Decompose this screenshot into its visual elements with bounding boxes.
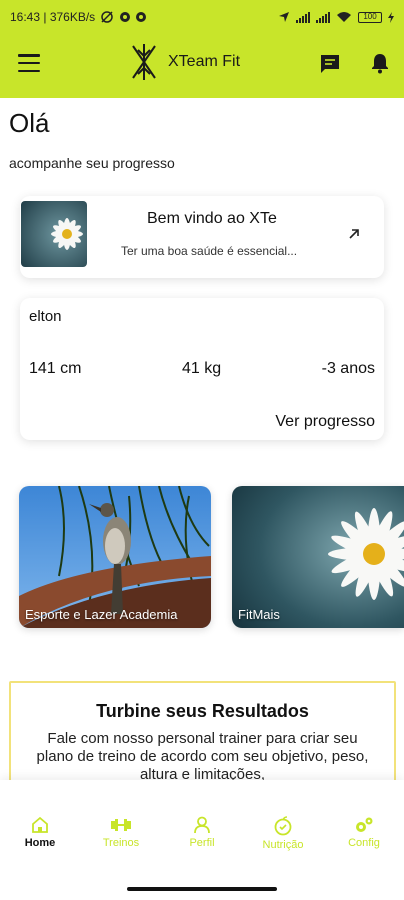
- nav-label: Nutrição: [262, 839, 304, 851]
- gesture-bar[interactable]: [127, 887, 277, 891]
- apple-icon: [274, 816, 292, 836]
- nav-label: Treinos: [102, 837, 140, 849]
- nav-label: Perfil: [189, 837, 215, 849]
- view-progress-link[interactable]: Ver progresso: [275, 413, 375, 431]
- signal-icon-2: [316, 11, 330, 23]
- profile-weight: 41 kg: [182, 360, 222, 377]
- welcome-card[interactable]: Bem vindo ao XTe Ter uma boa saúde é ess…: [20, 196, 384, 278]
- promo-text: Fale com nosso personal trainer para cri…: [36, 730, 369, 783]
- gears-icon: [356, 817, 373, 832]
- greeting-subtitle: acompanhe seu progresso: [9, 155, 175, 171]
- charging-icon: [388, 11, 394, 23]
- dumbbell-icon: [111, 819, 131, 831]
- chat-icon[interactable]: [318, 52, 342, 76]
- profile-age: -3 anos: [321, 360, 375, 377]
- status-time: 16:43 | 376KB/s: [10, 10, 96, 24]
- signal-icon: [296, 11, 310, 23]
- home-icon: [32, 816, 48, 833]
- welcome-text: Ter uma boa saúde é essencial...: [121, 244, 298, 258]
- profile-name: elton: [29, 308, 62, 325]
- location-icon: [279, 12, 289, 22]
- app-title: XTeam Fit: [168, 53, 241, 70]
- greeting-heading: Olá: [9, 108, 50, 138]
- status-bar: 16:43 | 376KB/s 100: [0, 0, 404, 34]
- tile-label: FitMais: [238, 607, 280, 622]
- nav-home[interactable]: Home: [0, 816, 80, 849]
- arrow-up-right-icon: [349, 229, 359, 239]
- profile-height: 141 cm: [29, 360, 82, 377]
- tile-esporte-lazer[interactable]: Esporte e Lazer Academia: [19, 486, 211, 628]
- nav-nutricao[interactable]: Nutrição: [243, 816, 323, 851]
- user-icon: [194, 816, 210, 834]
- battery-icon: 100: [358, 11, 382, 23]
- welcome-title: Bem vindo ao XTe: [147, 210, 277, 227]
- notification-icons: [101, 11, 147, 23]
- tile-fitmais[interactable]: FitMais: [232, 486, 404, 628]
- wifi-icon: [337, 12, 351, 22]
- menu-icon[interactable]: [18, 54, 40, 72]
- nav-label: Home: [24, 837, 56, 849]
- app-bar: XTeam Fit: [0, 34, 404, 98]
- nav-label: Config: [348, 837, 380, 849]
- xteam-logo: [132, 44, 156, 80]
- nav-perfil[interactable]: Perfil: [162, 816, 242, 849]
- tile-label: Esporte e Lazer Academia: [25, 607, 178, 622]
- bottom-navigation: Home Treinos Perfil Nutrição Config: [0, 780, 404, 900]
- profile-card: elton 141 cm 41 kg -3 anos Ver progresso: [20, 298, 384, 440]
- nav-config[interactable]: Config: [324, 816, 404, 849]
- bell-icon[interactable]: [368, 51, 392, 75]
- nav-treinos[interactable]: Treinos: [81, 816, 161, 849]
- promo-title: Turbine seus Resultados: [96, 701, 309, 721]
- brand: XTeam Fit: [130, 42, 240, 82]
- welcome-image: [21, 201, 87, 267]
